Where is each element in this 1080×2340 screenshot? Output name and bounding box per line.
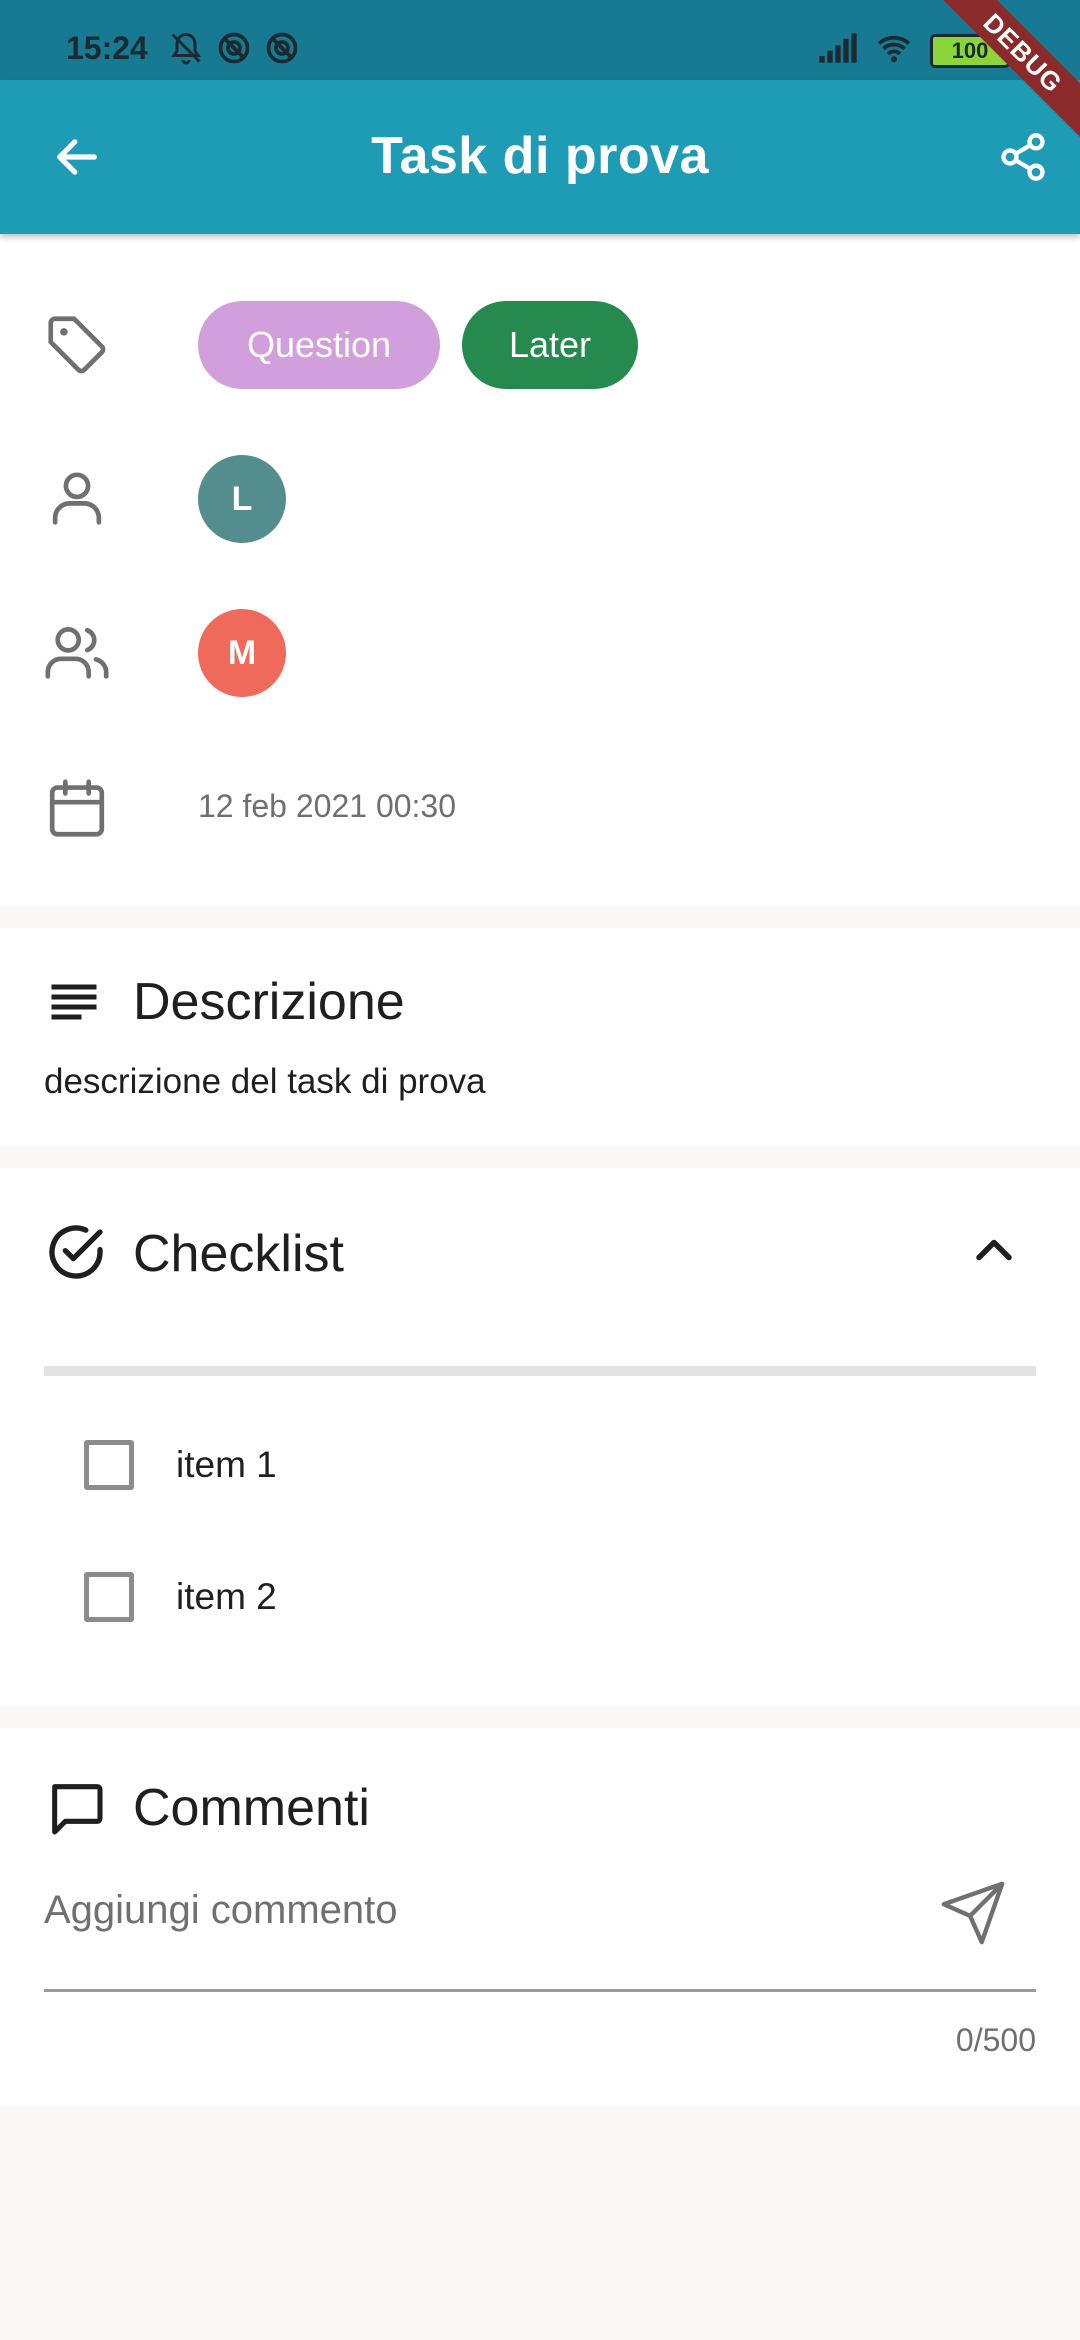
comment-icon (44, 1776, 108, 1840)
assignee-row: L (0, 449, 1080, 549)
signal-icon (818, 30, 858, 71)
comments-title: Commenti (133, 1779, 370, 1837)
collapse-button[interactable] (964, 1220, 1024, 1280)
check-circle-icon (44, 1220, 108, 1284)
status-bar: 15:24 100 (0, 0, 1080, 80)
labels-row: Question Later (0, 295, 1080, 395)
label-chip-later[interactable]: Later (462, 301, 638, 389)
description-text[interactable]: descrizione del task di prova (44, 1062, 486, 1102)
send-icon (941, 1881, 1005, 1945)
battery-level: 100 (951, 37, 989, 63)
checklist-checkbox[interactable] (84, 1572, 134, 1622)
checklist-title: Checklist (133, 1225, 344, 1283)
wifi-icon (874, 30, 914, 71)
tag-icon (42, 310, 112, 380)
assignee-avatar[interactable]: L (198, 455, 286, 543)
due-date[interactable]: 12 feb 2021 00:30 (198, 788, 456, 825)
status-icons-left (168, 30, 300, 71)
checklist-item-label: item 2 (176, 1576, 277, 1617)
dnd-icon (216, 30, 252, 71)
checklist-progress-bar (44, 1366, 1036, 1376)
send-button[interactable] (938, 1878, 1008, 1948)
person-icon (42, 464, 112, 534)
checklist-checkbox[interactable] (84, 1440, 134, 1490)
page-title: Task di prova (371, 127, 709, 185)
description-card: Descrizione descrizione del task di prov… (0, 928, 1080, 1146)
checklist-card: Checklist item 1 item 2 (0, 1168, 1080, 1706)
followers-row: M (0, 603, 1080, 703)
share-icon (1001, 133, 1045, 181)
description-title: Descrizione (133, 973, 405, 1031)
mute-bell-icon (168, 30, 204, 71)
dnd-icon (264, 30, 300, 71)
share-button[interactable] (986, 120, 1060, 194)
checklist-item[interactable]: item 1 (84, 1432, 984, 1502)
people-icon (42, 618, 112, 688)
task-info-card: Question Later L M 12 feb 2021 00:30 (0, 234, 1080, 906)
comment-field (44, 1860, 1036, 1992)
checklist-item[interactable]: item 2 (84, 1564, 984, 1634)
notes-icon (44, 972, 104, 1032)
calendar-icon (42, 773, 112, 843)
comments-card: Commenti 0/500 (0, 1728, 1080, 2106)
app-bar: Task di prova (0, 80, 1080, 234)
status-time: 15:24 (66, 30, 148, 66)
follower-avatar[interactable]: M (198, 609, 286, 697)
label-chip-question[interactable]: Question (198, 301, 440, 389)
date-row: 12 feb 2021 00:30 (0, 758, 1080, 858)
comment-input[interactable] (44, 1860, 924, 1960)
chevron-up-icon (976, 1239, 1012, 1261)
character-counter: 0/500 (955, 2022, 1036, 2058)
checklist-item-label: item 1 (176, 1444, 277, 1485)
